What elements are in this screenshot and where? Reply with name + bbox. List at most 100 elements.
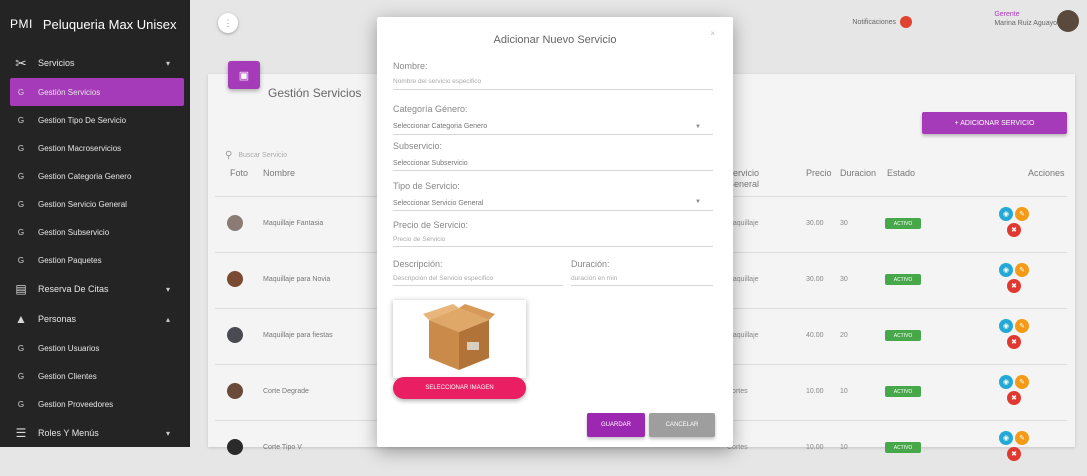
search-icon: ⚲ xyxy=(225,150,232,161)
subservicio-select[interactable]: Seleccionar Subservicio xyxy=(393,160,468,167)
header-duracion[interactable]: Duracion xyxy=(840,168,876,179)
nombre-underline xyxy=(393,89,713,90)
duracion-underline xyxy=(571,285,713,286)
edit-icon[interactable]: ✎ xyxy=(1015,319,1029,333)
bell-icon[interactable] xyxy=(900,16,912,28)
tipo-select[interactable]: Seleccionar Servicio General xyxy=(393,200,483,207)
delete-icon[interactable]: ✖ xyxy=(1007,447,1021,461)
service-photo xyxy=(227,383,243,399)
view-icon[interactable]: ◉ xyxy=(999,263,1013,277)
service-price: 10.00 xyxy=(806,388,824,395)
sidebar-letter-icon: G xyxy=(14,372,28,381)
header-nombre[interactable]: Nombre xyxy=(263,168,295,179)
service-name: Corte Degrade xyxy=(263,388,309,395)
sidebar-item-3[interactable]: GGestion Macroservicios xyxy=(0,134,190,162)
sidebar-item-label: Roles Y Menús xyxy=(38,428,99,438)
edit-icon[interactable]: ✎ xyxy=(1015,431,1029,445)
view-icon[interactable]: ◉ xyxy=(999,375,1013,389)
notifications[interactable]: Notificaciones xyxy=(852,16,912,28)
menu-icon: ☰ xyxy=(14,426,28,440)
service-name: Maquillaje para Novia xyxy=(263,276,330,283)
sidebar: PMI Peluqueria Max Unisex ✂Servicios▾GGe… xyxy=(0,0,190,447)
scissors-icon: ✂ xyxy=(14,55,28,72)
sidebar-item-2[interactable]: GGestion Tipo De Servicio xyxy=(0,106,190,134)
precio-input[interactable]: Precio de Servicio xyxy=(393,236,445,243)
delete-icon[interactable]: ✖ xyxy=(1007,335,1021,349)
sidebar-item-5[interactable]: GGestion Servicio General xyxy=(0,190,190,218)
user-info[interactable]: Gerente Marina Ruiz Aguayo xyxy=(994,10,1057,28)
cancel-button[interactable]: CANCELAR xyxy=(649,413,715,437)
header-servicio-general[interactable]: Servicio General xyxy=(727,168,769,190)
subservicio-label: Subservicio: xyxy=(393,141,442,151)
brand[interactable]: PMI Peluqueria Max Unisex xyxy=(0,0,190,48)
sidebar-item-7[interactable]: GGestion Paquetes xyxy=(0,246,190,274)
sidebar-toggle-button[interactable]: ⋮ xyxy=(218,13,238,33)
sidebar-letter-icon: G xyxy=(14,172,28,181)
edit-icon[interactable]: ✎ xyxy=(1015,263,1029,277)
sidebar-item-label: Gestion Macroservicios xyxy=(38,144,121,153)
row-actions: ◉✎ ✖ xyxy=(995,375,1035,409)
sidebar-item-label: Gestion Proveedores xyxy=(38,400,113,409)
header-foto[interactable]: Foto xyxy=(230,168,248,179)
add-service-button[interactable]: + ADICIONAR SERVICIO xyxy=(922,112,1067,134)
service-name: Maquillaje para fiestas xyxy=(263,332,333,339)
header-estado[interactable]: Estado xyxy=(887,168,915,179)
sidebar-item-0[interactable]: ✂ Servicios ▾ xyxy=(0,48,190,78)
descripcion-input[interactable]: Descripción del Servicio especifico xyxy=(393,275,493,282)
choose-image-button[interactable]: SELECCIONAR IMAGEN xyxy=(393,377,526,399)
header-precio[interactable]: Precio xyxy=(806,168,832,179)
sidebar-item-13[interactable]: ☰ Roles Y Menús ▾ xyxy=(0,418,190,448)
edit-icon[interactable]: ✎ xyxy=(1015,375,1029,389)
service-price: 10.00 xyxy=(806,444,824,451)
edit-icon[interactable]: ✎ xyxy=(1015,207,1029,221)
service-duration: 10 xyxy=(840,388,848,395)
sidebar-item-12[interactable]: GGestion Proveedores xyxy=(0,390,190,418)
chevron-icon[interactable]: ▴ xyxy=(166,315,170,324)
delete-icon[interactable]: ✖ xyxy=(1007,223,1021,237)
service-price: 30.00 xyxy=(806,276,824,283)
sidebar-item-6[interactable]: GGestion Subservicio xyxy=(0,218,190,246)
service-photo xyxy=(227,327,243,343)
sidebar-item-label: Gestion Categoria Genero xyxy=(38,172,131,181)
sidebar-item-9[interactable]: ▲Personas▴ xyxy=(0,304,190,334)
card-icon: ▣ xyxy=(228,61,260,89)
service-photo xyxy=(227,439,243,455)
sidebar-item-label: Gestion Usuarios xyxy=(38,344,99,353)
delete-icon[interactable]: ✖ xyxy=(1007,391,1021,405)
row-actions: ◉✎ ✖ xyxy=(995,207,1035,241)
sidebar-item-label: Servicios xyxy=(38,58,75,68)
brand-abbr: PMI xyxy=(10,17,33,31)
sidebar-item-10[interactable]: G Gestion Usuarios xyxy=(0,334,190,362)
nombre-input[interactable]: Nombre del servicio especifico xyxy=(393,78,481,85)
categoria-select[interactable]: Seleccionar Categoria Genero xyxy=(393,123,487,130)
row-actions: ◉✎ ✖ xyxy=(995,319,1035,353)
sidebar-item-11[interactable]: G Gestion Clientes xyxy=(0,362,190,390)
chevron-icon[interactable]: ▾ xyxy=(166,285,170,294)
save-button[interactable]: GUARDAR xyxy=(587,413,645,437)
chevron-icon[interactable]: ▾ xyxy=(166,429,170,438)
delete-icon[interactable]: ✖ xyxy=(1007,279,1021,293)
sidebar-menu: ✂ Servicios ▾ GGestión ServiciosGGestion Ti… xyxy=(0,48,190,448)
sidebar-item-label: Gestion Servicio General xyxy=(38,200,127,209)
service-duration: 20 xyxy=(840,332,848,339)
categoria-label: Categoría Género: xyxy=(393,104,468,114)
sidebar-letter-icon: G xyxy=(14,344,28,353)
view-icon[interactable]: ◉ xyxy=(999,319,1013,333)
duracion-input[interactable]: duración en min xyxy=(571,275,617,282)
view-icon[interactable]: ◉ xyxy=(999,207,1013,221)
view-icon[interactable]: ◉ xyxy=(999,431,1013,445)
user-name: Marina Ruiz Aguayo xyxy=(994,19,1057,28)
avatar[interactable] xyxy=(1057,10,1079,32)
service-duration: 10 xyxy=(840,444,848,451)
close-icon[interactable]: × xyxy=(710,29,715,38)
sidebar-item-1[interactable]: GGestión Servicios xyxy=(10,78,184,106)
sidebar-item-4[interactable]: G Gestion Categoria Genero xyxy=(0,162,190,190)
sidebar-letter-icon: G xyxy=(14,116,28,125)
chevron-icon[interactable]: ▾ xyxy=(166,59,170,68)
search-field[interactable]: ⚲ Buscar Servicio xyxy=(225,150,287,161)
sidebar-item-label: Personas xyxy=(38,314,76,324)
status-badge: ACTIVO xyxy=(885,330,921,341)
duracion-label: Duración: xyxy=(571,259,610,269)
sidebar-item-label: Gestion Clientes xyxy=(38,372,97,381)
sidebar-item-8[interactable]: ▤Reserva De Citas▾ xyxy=(0,274,190,304)
